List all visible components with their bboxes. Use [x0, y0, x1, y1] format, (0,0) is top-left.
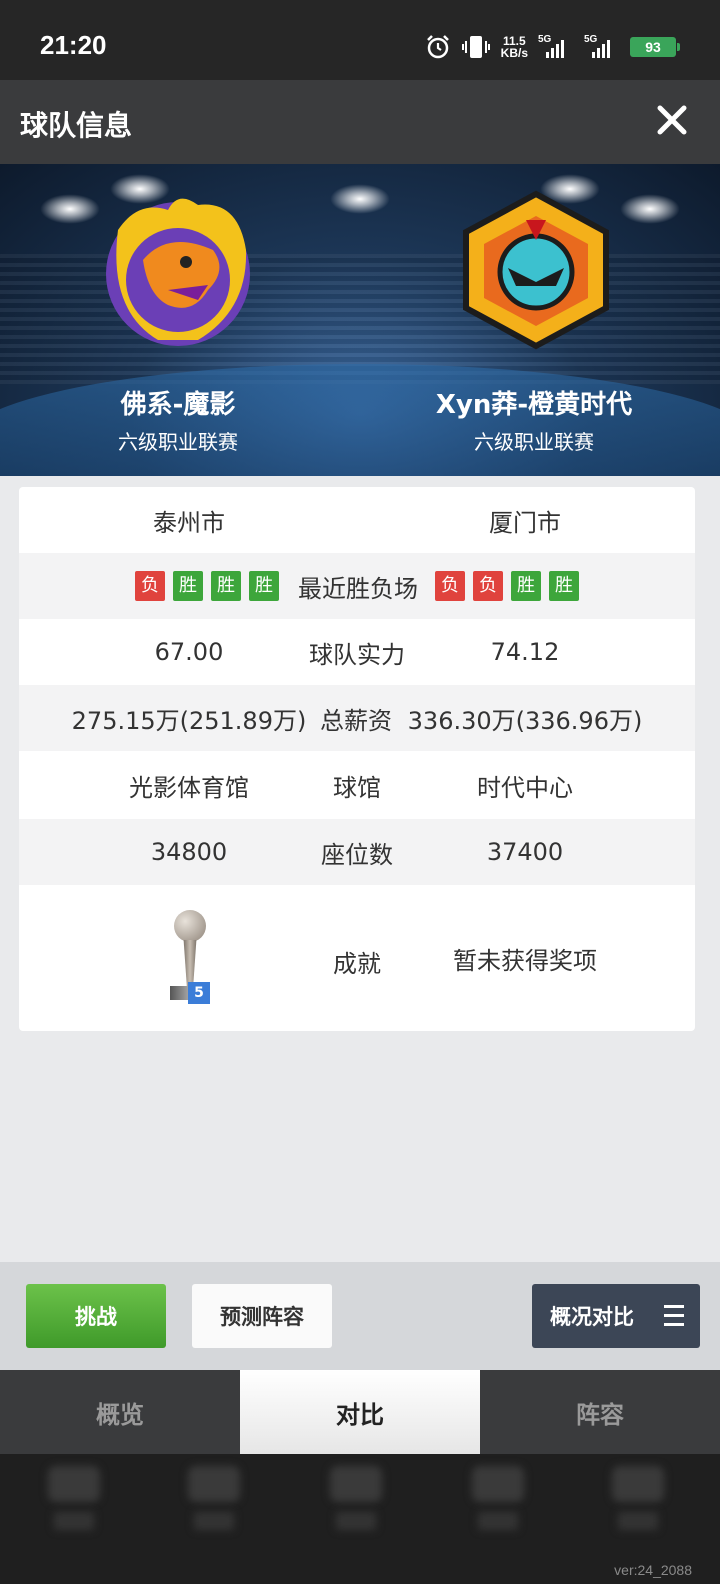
away-team-name: Xyn莽-橙黄时代 [435, 390, 633, 420]
home-result-badge: 胜 [249, 571, 279, 601]
tab-bar: 概览 对比 阵容 [0, 1370, 720, 1454]
away-seats: 37400 [486, 838, 564, 866]
home-result-badge: 胜 [211, 571, 241, 601]
home-strength: 67.00 [154, 638, 224, 666]
menu-icon [664, 1305, 684, 1327]
close-button[interactable] [652, 100, 692, 140]
trophy-count: 5 [188, 982, 210, 1004]
strength-row: 67.00 球队实力 74.12 [19, 619, 695, 685]
signal-icon-2: 5G [584, 34, 620, 58]
battery-icon: 93 [630, 37, 680, 57]
action-bar: 挑战 预测阵容 概况对比 [0, 1262, 720, 1370]
away-achievement: 暂未获得奖项 [453, 946, 597, 975]
away-result-badge: 胜 [511, 571, 541, 601]
predict-lineup-button[interactable]: 预测阵容 [192, 1284, 332, 1348]
arena-row: 光影体育馆 球馆 时代中心 [19, 751, 695, 819]
home-achievement[interactable]: 5 [59, 885, 319, 1031]
bottom-nav-item[interactable] [326, 1466, 386, 1546]
recent-record-row: 负胜胜胜 最近胜负场 负负胜胜 [19, 553, 695, 619]
trophy-icon[interactable]: 5 [164, 910, 214, 1006]
team-banner: 佛系-魔影 六级职业联赛 Xyn莽-橙黄时代 六级职业联赛 [0, 164, 720, 476]
home-recent-record: 负胜胜胜 [129, 553, 285, 619]
status-bar: 21:20 11.5 KB/s 5G 5G 93 [0, 0, 720, 80]
away-team-logo[interactable] [456, 190, 616, 350]
salary-row: 275.15万(251.89万) 总薪资 336.30万(336.96万) [19, 685, 695, 751]
status-icons: 11.5 KB/s 5G 5G 93 [425, 34, 680, 60]
home-arena: 光影体育馆 [129, 773, 249, 802]
bottom-nav: ver:24_2088 [0, 1454, 720, 1584]
bottom-nav-item[interactable] [184, 1466, 244, 1546]
away-result-badge: 负 [473, 571, 503, 601]
bottom-nav-item[interactable] [468, 1466, 528, 1546]
away-recent-record: 负负胜胜 [429, 553, 585, 619]
tab-overview[interactable]: 概览 [0, 1370, 240, 1454]
challenge-button[interactable]: 挑战 [26, 1284, 166, 1348]
recent-record-label: 最近胜负场 [298, 574, 418, 603]
page-title: 球队信息 [20, 109, 133, 142]
away-arena: 时代中心 [477, 773, 573, 802]
away-result-badge: 负 [435, 571, 465, 601]
overview-compare-label: 概况对比 [550, 1305, 634, 1329]
vibrate-icon [461, 36, 490, 58]
alarm-icon [426, 35, 449, 59]
tab-lineup[interactable]: 阵容 [480, 1370, 720, 1454]
bottom-nav-item[interactable] [44, 1466, 104, 1546]
home-salary: 275.15万(251.89万) [71, 706, 307, 735]
network-speed: 11.5 KB/s [500, 34, 528, 60]
home-team-league: 六级职业联赛 [118, 430, 238, 454]
tab-compare[interactable]: 对比 [240, 1370, 480, 1454]
home-result-badge: 胜 [173, 571, 203, 601]
home-seats: 34800 [150, 838, 228, 866]
achievement-row: 5 成就 暂未获得奖项 [19, 885, 695, 1031]
away-city: 厦门市 [489, 508, 561, 537]
overview-compare-button[interactable]: 概况对比 [532, 1284, 700, 1348]
comparison-card: 泰州市 厦门市 负胜胜胜 最近胜负场 负负胜胜 67.00 球队实力 74.12… [19, 487, 695, 1031]
version-label: ver:24_2088 [614, 1562, 692, 1578]
away-team-league: 六级职业联赛 [474, 430, 594, 454]
close-icon [657, 105, 687, 135]
title-bar: 球队信息 [0, 80, 720, 164]
home-team-name: 佛系-魔影 [120, 390, 236, 420]
home-team-logo[interactable] [98, 190, 258, 350]
home-city: 泰州市 [153, 508, 225, 537]
signal-icon-1: 5G [538, 34, 574, 58]
city-row: 泰州市 厦门市 [19, 487, 695, 553]
seats-row: 34800 座位数 37400 [19, 819, 695, 885]
bottom-nav-item[interactable] [608, 1466, 668, 1546]
away-strength: 74.12 [490, 638, 560, 666]
salary-label: 总薪资 [320, 706, 392, 735]
away-result-badge: 胜 [549, 571, 579, 601]
away-salary: 336.30万(336.96万) [407, 706, 643, 735]
status-time: 21:20 [40, 30, 107, 60]
home-result-badge: 负 [135, 571, 165, 601]
